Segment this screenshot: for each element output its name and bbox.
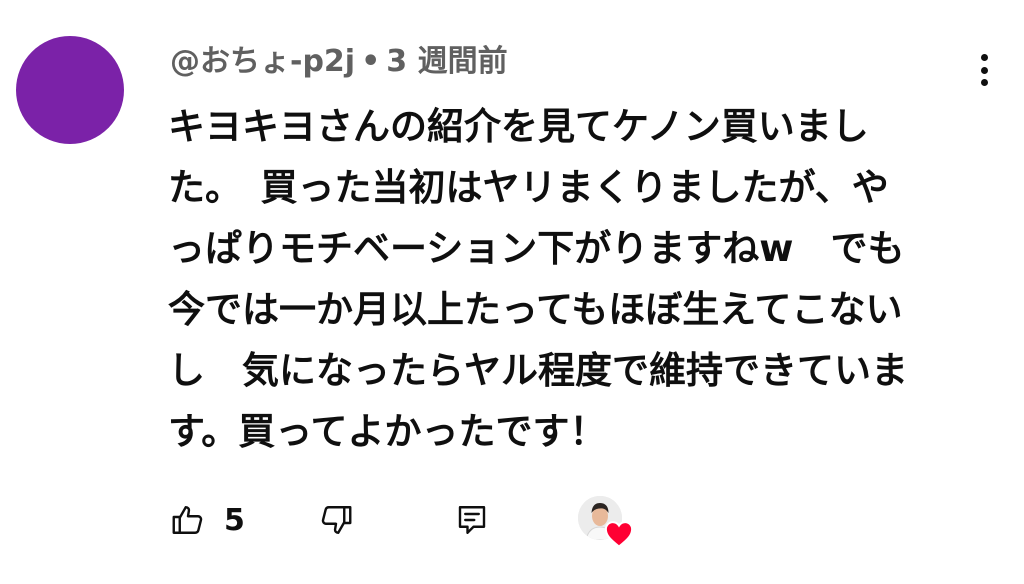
more-vertical-icon: [980, 54, 988, 61]
dislike-button[interactable]: [318, 496, 354, 544]
comment-text: キヨキヨさんの紹介を見てケノン買いまし た。 買った当初はヤリまくりましたが、や…: [168, 96, 983, 462]
like-count: 5: [224, 502, 245, 538]
comment-text-line: っぱりモチベーション下がりますねw でも: [168, 227, 905, 270]
reply-icon: [458, 506, 486, 534]
comment-thread-item: @おちょ-p2j • 3 週間前 キヨキヨさんの紹介を見てケノン買いまし た。 買っ…: [0, 0, 1024, 584]
thumbs-up-icon: [172, 506, 203, 534]
reply-button[interactable]: [454, 496, 490, 544]
comment-header: @おちょ-p2j • 3 週間前: [170, 40, 508, 84]
more-actions-button[interactable]: [966, 48, 1002, 92]
comment-text-line: 今では一か月以上たってもほぼ生えてこない: [168, 288, 903, 331]
comment-timestamp[interactable]: 3 週間前: [386, 44, 507, 79]
comment-text-line: し 気になったらヤル程度で維持できていま: [168, 349, 908, 392]
like-button[interactable]: 5: [170, 496, 245, 544]
creator-heart-badge: [578, 496, 640, 548]
thumbs-down-icon: [321, 506, 352, 534]
author-avatar[interactable]: [16, 36, 124, 144]
comment-text-line: す。買ってよかったです！: [168, 410, 607, 453]
comment-text-line: キヨキヨさんの紹介を見てケノン買いまし: [168, 105, 869, 148]
author-name[interactable]: @おちょ-p2j: [170, 44, 355, 79]
heart-icon: [604, 521, 634, 548]
header-separator: •: [361, 44, 381, 79]
comment-text-line: た。 買った当初はヤリまくりましたが、や: [168, 166, 889, 209]
comment-action-bar: 5: [170, 496, 670, 548]
